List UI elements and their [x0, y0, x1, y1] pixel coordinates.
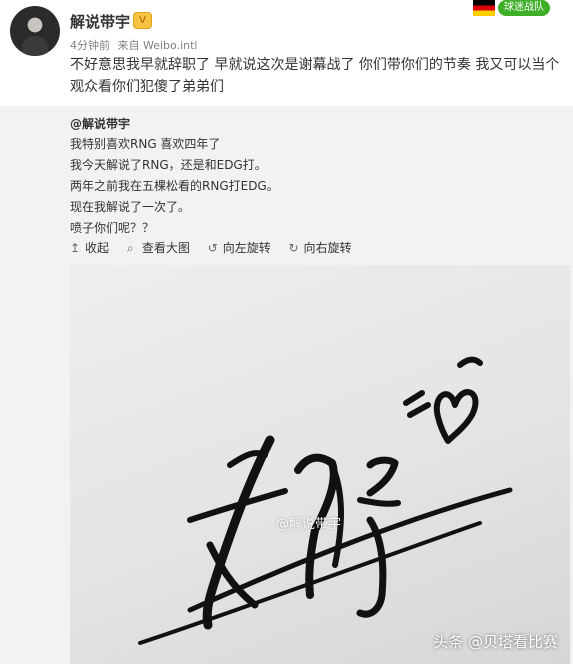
post-meta: 4分钟前 来自 Weibo.intl	[70, 37, 197, 53]
rotate-right-icon: ↻	[288, 241, 299, 255]
repost-line: 现在我解说了一次了。	[70, 200, 191, 214]
image-toolbar: ↥ 收起 ⌕ 查看大图 ↺ 向左旋转 ↻ 向右旋转	[70, 239, 366, 259]
view-large-label: 查看大图	[141, 241, 190, 255]
collapse-label: 收起	[85, 241, 110, 255]
rotate-left-button[interactable]: ↺ 向左旋转	[208, 239, 271, 256]
rotate-left-icon: ↺	[207, 241, 218, 255]
repost-body: @解说带宇 我特别喜欢RNG 喜欢四年了 我今天解说了RNG，还是和EDG打。 …	[70, 114, 560, 239]
view-large-button[interactable]: ⌕ 查看大图	[127, 239, 190, 256]
collapse-icon: ↥	[70, 241, 81, 255]
collapse-button[interactable]: ↥ 收起	[70, 239, 109, 256]
repost-block: @解说带宇 我特别喜欢RNG 喜欢四年了 我今天解说了RNG，还是和EDG打。 …	[0, 106, 573, 664]
repost-line: 两年之前我在五棵松看的RNG打EDG。	[70, 179, 279, 193]
repost-author[interactable]: @解说带宇	[70, 114, 560, 134]
repost-line: 喷子你们呢？？	[70, 221, 155, 235]
handwritten-signature	[138, 356, 513, 645]
username[interactable]: 解说带宇	[70, 11, 130, 32]
post-source: 来自 Weibo.intl	[117, 39, 198, 52]
repost-line: 我特别喜欢RNG 喜欢四年了	[70, 137, 221, 151]
rotate-right-button[interactable]: ↻ 向右旋转	[289, 239, 352, 256]
image-watermark: @解说带宇	[276, 517, 342, 532]
signature-photo[interactable]: @解说带宇 头条 @贝塔看比赛	[70, 265, 570, 664]
germany-flag-icon	[473, 0, 495, 16]
post-text: 不好意思我早就辞职了 早就说这次是谢幕战了 你们带你们的节奏 我又可以当个观众看…	[70, 57, 560, 95]
rotate-right-label: 向右旋转	[303, 241, 352, 255]
avatar[interactable]	[10, 6, 60, 56]
weibo-post: 解说带宇 V 4分钟前 来自 Weibo.intl 球迷战队 不好意思我早就辞职…	[0, 0, 573, 664]
search-icon: ⌕	[126, 241, 134, 255]
vip-badge-icon: V	[133, 12, 152, 29]
fan-badge[interactable]: 球迷战队	[473, 0, 559, 16]
repost-line: 我今天解说了RNG，还是和EDG打。	[70, 158, 267, 172]
rotate-left-label: 向左旋转	[222, 241, 271, 255]
toutiao-watermark: 头条 @贝塔看比赛	[433, 633, 558, 651]
fan-badge-label: 球迷战队	[498, 0, 550, 16]
post-time[interactable]: 4分钟前	[70, 39, 110, 52]
